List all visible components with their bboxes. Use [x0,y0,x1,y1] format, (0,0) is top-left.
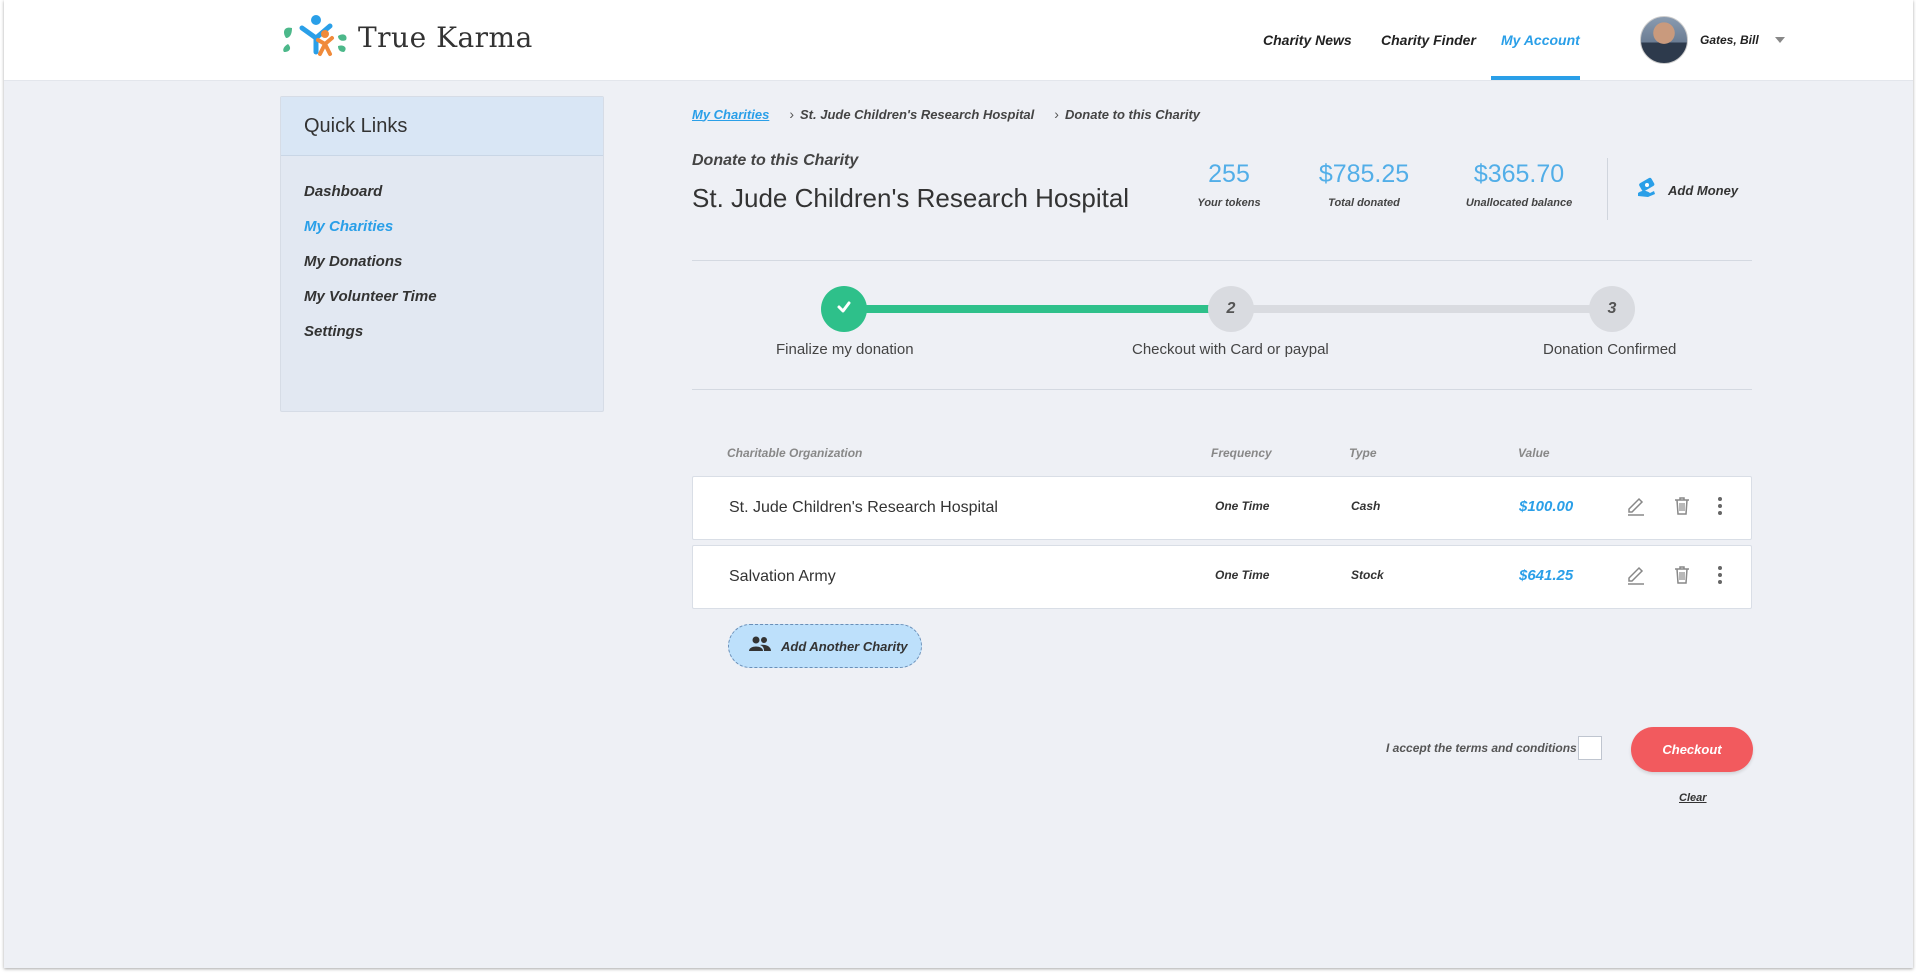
quick-links-list: Dashboard My Charities My Donations My V… [281,156,603,349]
logo-icon [280,12,350,63]
trash-icon[interactable] [1671,564,1693,591]
row-frequency: One Time [1215,499,1270,513]
chevron-right-icon: › [1054,106,1059,122]
brand-name: True Karma [358,20,533,54]
progress-line-complete [842,305,1240,313]
brand-logo[interactable]: True Karma [280,14,533,60]
row-value: $100.00 [1519,498,1574,515]
top-header: True Karma Charity News Charity Finder M… [4,0,1913,81]
chevron-right-icon: › [789,106,794,122]
stats-divider [1607,158,1608,220]
sidebar-item-my-charities[interactable]: My Charities [281,209,603,244]
step-2-label: Checkout with Card or paypal [1132,341,1329,358]
row-type: Stock [1351,568,1384,582]
progress-line-pending [1240,305,1618,313]
row-type: Cash [1351,499,1381,513]
active-nav-indicator [1491,76,1580,80]
app-frame: True Karma Charity News Charity Finder M… [4,0,1913,968]
step-1-label: Finalize my donation [776,341,914,358]
sidebar-item-my-donations[interactable]: My Donations [281,244,603,279]
step-3-label: Donation Confirmed [1543,341,1677,358]
nav-charity-finder[interactable]: Charity Finder [1381,0,1476,80]
page-subtitle: Donate to this Charity [692,152,859,169]
kebab-menu-icon[interactable] [1709,495,1731,522]
stat-tokens-label: Your tokens [1197,197,1261,209]
column-header-type: Type [1349,446,1377,460]
add-another-charity-button[interactable]: Add Another Charity [728,624,922,668]
quick-links-title: Quick Links [281,97,603,156]
stat-tokens-value: 255 [1208,160,1250,188]
money-icon [1636,177,1658,204]
checkmark-icon [836,299,852,320]
checkout-button[interactable]: Checkout [1631,727,1753,772]
column-header-organization: Charitable Organization [727,446,863,460]
stat-unallocated-value: $365.70 [1473,160,1565,188]
breadcrumb-charity[interactable]: St. Jude Children's Research Hospital [800,107,1034,122]
step-2-circle: 2 [1208,286,1254,332]
stat-total-donated-label: Total donated [1328,197,1400,209]
kebab-menu-icon[interactable] [1709,564,1731,591]
column-header-value: Value [1518,446,1550,460]
breadcrumb-my-charities[interactable]: My Charities [692,107,769,122]
stat-total-donated-value: $785.25 [1318,160,1410,188]
step-1-complete [821,286,867,332]
column-header-frequency: Frequency [1211,446,1272,460]
stat-unallocated-label: Unallocated balance [1465,197,1573,209]
user-menu[interactable]: Gates, Bill [1640,16,1785,64]
add-another-charity-label: Add Another Charity [781,638,908,654]
sidebar-item-my-volunteer-time[interactable]: My Volunteer Time [281,279,603,314]
users-icon [749,636,771,657]
table-row: Salvation Army One Time Stock $641.25 [692,545,1752,609]
row-organization: Salvation Army [729,568,836,585]
terms-label: I accept the terms and conditions [1386,741,1577,755]
avatar [1640,16,1688,64]
divider [692,260,1752,261]
step-3-circle: 3 [1589,286,1635,332]
stat-tokens: 255 Your tokens [1194,160,1264,209]
divider [692,389,1752,390]
add-money-label: Add Money [1668,183,1739,198]
row-frequency: One Time [1215,568,1270,582]
row-organization: St. Jude Children's Research Hospital [729,499,998,516]
terms-checkbox[interactable] [1578,736,1602,760]
row-value: $641.25 [1519,567,1574,584]
stat-total-donated: $785.25 Total donated [1314,160,1414,209]
table-row: St. Jude Children's Research Hospital On… [692,476,1752,540]
pencil-icon[interactable] [1625,564,1647,591]
pencil-icon[interactable] [1625,495,1647,522]
clear-link[interactable]: Clear [1679,792,1707,804]
sidebar-item-dashboard[interactable]: Dashboard [281,174,603,209]
stat-unallocated-balance: $365.70 Unallocated balance [1464,160,1574,209]
sidebar-item-settings[interactable]: Settings [281,314,603,349]
user-name: Gates, Bill [1700,33,1759,47]
breadcrumb: My Charities › St. Jude Children's Resea… [692,106,1200,122]
breadcrumb-current: Donate to this Charity [1064,106,1201,122]
trash-icon[interactable] [1671,495,1693,522]
nav-my-account[interactable]: My Account [1501,0,1580,80]
add-money-button[interactable]: Add Money [1636,177,1738,204]
quick-links-panel: Quick Links Dashboard My Charities My Do… [280,96,604,412]
nav-charity-news[interactable]: Charity News [1263,0,1352,80]
page-title: St. Jude Children's Research Hospital [692,183,1130,213]
chevron-down-icon [1774,37,1785,43]
